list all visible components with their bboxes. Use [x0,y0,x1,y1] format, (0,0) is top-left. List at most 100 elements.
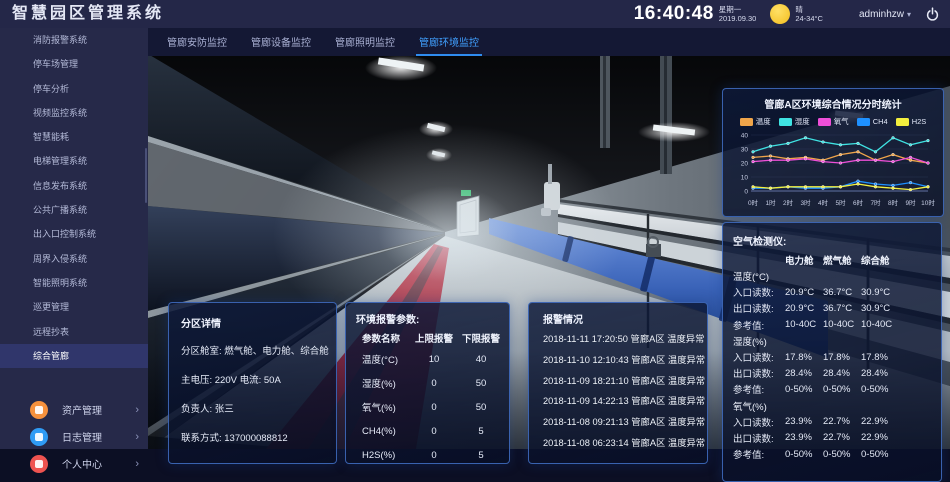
sun-icon [770,4,790,24]
param-upper: 0 [412,378,456,389]
sidebar-item[interactable]: 巡更管理 [0,295,148,319]
param-lower: 5 [456,450,506,461]
param-upper: 10 [412,354,456,365]
app-title: 智慧园区管理系统 [12,0,164,28]
power-icon[interactable] [925,7,940,22]
air-row-label: 参考值: [723,447,785,461]
svg-text:5时: 5时 [835,198,846,207]
sidebar: 消防报警系统停车场管理停车分析视频监控系统智慧能耗电梯管理系统信息发布系统公共广… [0,28,148,449]
sidebar-item[interactable]: 综合管廊 [0,344,148,368]
air-cell-value: 30.9°C [861,303,899,314]
alarm-param-row: CH4(%)05 [346,419,509,443]
svg-text:3时: 3时 [800,198,811,207]
sidebar-item[interactable]: 远程抄表 [0,320,148,344]
air-row-label: 出口读数: [723,431,785,445]
air-row-label: 参考值: [723,318,785,332]
sidebar-item[interactable]: 信息发布系统 [0,174,148,198]
param-col-upper: 上限报警 [412,331,456,345]
date: 2019.09.30 [719,14,757,23]
sidebar-group-profile[interactable]: 个人中心 › [0,450,148,477]
sidebar-item[interactable]: 消防报警系统 [0,28,148,52]
air-cell-value: 23.9% [785,432,823,443]
sidebar-group-label: 日志管理 [62,429,102,444]
air-row-label: 参考值: [723,382,785,396]
legend-swatch [896,118,909,126]
zone-detail-line: 分区舱室: 燃气舱、电力舱、综合舱 [181,343,329,357]
svg-text:10时: 10时 [921,198,935,207]
legend-item: CH4 [857,116,888,127]
air-cell-value: 28.4% [785,368,823,379]
sidebar-groups: 资产管理›日志管理› 个人中心 › [0,396,148,477]
tab-管廊设备监控[interactable]: 管廊设备监控 [248,28,314,56]
param-lower: 5 [456,426,506,437]
param-lower: 50 [456,378,506,389]
tab-管廊安防监控[interactable]: 管廊安防监控 [164,28,230,56]
tab-管廊环境监控[interactable]: 管廊环境监控 [416,28,482,56]
chevron-right-icon: › [135,458,139,470]
air-table-row: 入口读数:20.9°C36.7°C30.9°C [723,284,941,300]
tab-管廊照明监控[interactable]: 管廊照明监控 [332,28,398,56]
sidebar-item[interactable]: 电梯管理系统 [0,149,148,173]
air-monitor-panel: 空气检测仪: 电力舱燃气舱综合舱温度(°C)入口读数:20.9°C36.7°C3… [722,222,942,482]
air-table-row: 参考值:0-50%0-50%0-50% [723,446,941,462]
svg-text:0: 0 [744,188,748,195]
sidebar-group-assets[interactable]: 资产管理› [0,396,148,423]
zone-detail-panel: 分区详情 分区舱室: 燃气舱、电力舱、综合舱主电压: 220V 电流: 50A负… [168,302,337,464]
param-upper: 0 [412,426,456,437]
zone-detail-line: 联系方式: 137000088812 [181,430,288,444]
air-cell-value: 10-40C [785,319,823,330]
air-cell-value: 10-40C [861,319,899,330]
air-cell-value: 22.7% [823,416,861,427]
air-row-label: 出口读数: [723,301,785,315]
alarm-param-row: 湿度(%)050 [346,371,509,395]
param-upper: 0 [412,450,456,461]
zone-detail-line: 负责人: 张三 [181,401,234,415]
legend-label: CH4 [873,117,888,126]
sidebar-item[interactable]: 停车分析 [0,77,148,101]
air-cell-value: 17.8% [785,352,823,363]
svg-text:2时: 2时 [783,198,794,207]
air-cell-value: 22.7% [823,432,861,443]
header-right: 16:40:48 星期一 2019.09.30 晴 24-34°C adminh… [634,0,940,28]
air-cell-value: 0-50% [785,384,823,395]
air-cell-value: 0-50% [861,384,899,395]
air-monitor-title: 空气检测仪: [733,233,941,248]
username: adminhzw [859,9,904,20]
sidebar-group-label: 个人中心 [62,456,102,471]
air-cell-value: 22.9% [861,416,899,427]
air-table-row: 出口读数:28.4%28.4%28.4% [723,365,941,381]
sidebar-item[interactable]: 公共广播系统 [0,198,148,222]
sidebar-item[interactable]: 周界入侵系统 [0,247,148,271]
tab-bar: 管廊安防监控管廊设备监控管廊照明监控管廊环境监控 [148,28,950,56]
alarm-list: 2018-11-11 17:20:50 管廊A区 温度异常2018-11-10 … [543,329,701,454]
param-lower: 50 [456,402,506,413]
air-section-name: 湿度(%) [723,334,785,348]
alarm-row: 2018-11-09 14:22:13 管廊A区 温度异常 [543,391,701,412]
sidebar-scrollbar[interactable] [145,148,148,203]
air-cell-value: 17.8% [861,352,899,363]
legend-item: 氧气 [818,116,849,127]
legend-swatch [779,118,792,126]
air-section-header: 氧气(%) [723,398,941,414]
air-cell-value: 30.9°C [861,287,899,298]
air-row-label: 入口读数: [723,415,785,429]
sidebar-item[interactable]: 出入口控制系统 [0,222,148,246]
user-menu[interactable]: adminhzw ▾ [859,9,911,20]
air-row-label: 出口读数: [723,366,785,380]
param-col-lower: 下限报警 [456,331,506,345]
alarm-param-row: H2S(%)05 [346,443,509,467]
sidebar-item[interactable]: 停车场管理 [0,52,148,76]
sidebar-item[interactable]: 智能照明系统 [0,271,148,295]
air-cell-value: 28.4% [861,368,899,379]
air-table-row: 出口读数:23.9%22.7%22.9% [723,430,941,446]
air-section-header: 湿度(%) [723,333,941,349]
clock: 16:40:48 [634,3,714,25]
sidebar-item[interactable]: 视频监控系统 [0,101,148,125]
sidebar-group-log[interactable]: 日志管理› [0,423,148,450]
alarm-row: 2018-11-08 09:21:13 管廊A区 温度异常 [543,412,701,433]
sidebar-item[interactable]: 智慧能耗 [0,125,148,149]
param-lower: 40 [456,354,506,365]
legend-label: H2S [912,117,927,126]
air-table-header: 电力舱燃气舱综合舱 [723,252,941,268]
legend-item: 湿度 [779,116,810,127]
